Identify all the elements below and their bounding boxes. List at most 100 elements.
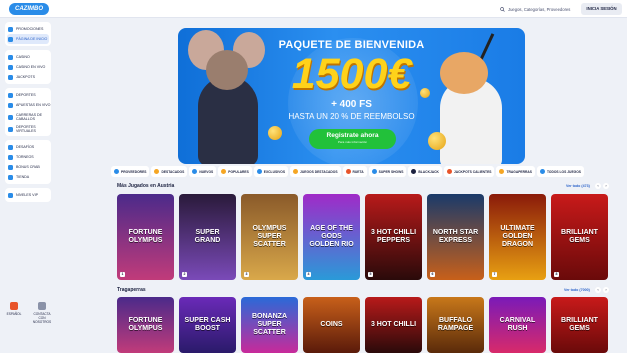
category-chip[interactable]: JACKPOTS CALIENTES — [443, 166, 495, 177]
category-chip[interactable]: RUETA — [342, 166, 367, 177]
category-icon — [345, 169, 351, 174]
game-rank-badge: 8 — [554, 272, 559, 277]
game-tile[interactable]: CARNIVAL RUSH — [489, 297, 546, 353]
category-chip[interactable]: DESTACADOS — [151, 166, 188, 177]
game-tile[interactable]: SUPER GRAND 2 — [179, 194, 236, 280]
sidebar-item[interactable]: PÁGINA DE INICIO — [7, 34, 49, 44]
section-title-slots: Tragaperras — [117, 287, 146, 293]
sidebar-item-label: CASINO EN VIVO — [16, 64, 46, 69]
game-tile[interactable]: COINS — [303, 297, 360, 353]
category-chip[interactable]: SUPER SHOWS — [368, 166, 407, 177]
game-title: AGE OF THE GODS GOLDEN RIO — [309, 225, 354, 248]
sidebar-bottom-button[interactable]: CONTACTA CON NOSOTROS — [31, 302, 53, 324]
sidebar-item[interactable]: DEPORTES — [5, 90, 51, 100]
game-title: FORTUNE OLYMPUS — [128, 229, 163, 244]
flag-icon — [10, 302, 18, 310]
game-tile[interactable]: OLYMPUS SUPER SCATTER 3 — [241, 194, 298, 280]
category-chip[interactable]: JUEGOS DESTACADOS — [290, 166, 341, 177]
game-tile[interactable]: BONANZA SUPER SCATTER — [241, 297, 298, 353]
sidebar-item[interactable]: DEPORTES VIRTUALES — [5, 124, 51, 134]
game-title: SUPER GRAND — [194, 229, 221, 244]
category-chip[interactable]: BLACKJACK — [408, 166, 442, 177]
game-tile[interactable]: ULTIMATE GOLDEN DRAGON 7 — [489, 194, 546, 280]
category-label: PROVEEDORES — [121, 169, 147, 174]
sidebar-item[interactable]: CASINO — [5, 52, 51, 62]
sidebar-item[interactable]: CASINO EN VIVO — [5, 62, 51, 72]
sidebar-item-label: DEPORTES — [16, 92, 36, 97]
category-label: JACKPOTS CALIENTES — [453, 169, 492, 174]
login-button[interactable]: INICIA SESIÓN — [581, 3, 622, 15]
sidebar-item-label: BONUS CRAB — [16, 164, 40, 169]
view-all-most-played[interactable]: Ver todo (473) — [566, 184, 590, 188]
category-label: RUETA — [352, 169, 364, 174]
register-button-label: Registrate ahora — [326, 132, 379, 139]
sidebar-group: DESAFÍOS TORNEOS BONUS CRAB TIENDA — [5, 140, 51, 184]
game-title: BRILLIANT GEMS — [561, 317, 598, 332]
vip-icon — [8, 192, 13, 198]
category-label: DESTACADOS — [161, 169, 185, 174]
most-played-row: FORTUNE OLYMPUS 1 SUPER GRAND 2 OLYMPUS SUPE… — [117, 194, 608, 280]
game-title: COINS — [320, 321, 343, 328]
prev-arrow-icon[interactable]: ‹ — [595, 183, 601, 189]
category-icon — [154, 169, 160, 174]
shop-icon — [8, 174, 13, 180]
game-tile[interactable]: BUFFALO RAMPAGE — [427, 297, 484, 353]
sidebar-item[interactable]: CARRERAS DE CABALLOS — [5, 110, 51, 124]
game-tile[interactable]: BRILLIANT GEMS — [551, 297, 608, 353]
category-chip[interactable]: TRAGAPERRAS — [496, 166, 535, 177]
game-tile[interactable]: 3 HOT CHILLI — [365, 297, 422, 353]
live-bet-icon — [8, 102, 13, 108]
next-arrow-icon[interactable]: › — [603, 183, 609, 189]
prev-arrow-icon[interactable]: ‹ — [595, 287, 601, 293]
top-bar: CAZIMBO Juegos, Categorías, Proveedores … — [0, 0, 627, 18]
game-title: BONANZA SUPER SCATTER — [252, 313, 287, 336]
coin-icon — [428, 132, 446, 150]
banner-amount: 1500€ — [291, 50, 412, 98]
register-button[interactable]: Registrate ahora Para más información — [309, 129, 396, 149]
game-tile[interactable]: AGE OF THE GODS GOLDEN RIO 4 — [303, 194, 360, 280]
game-tile[interactable]: FORTUNE OLYMPUS 1 — [117, 194, 174, 280]
horse-icon — [8, 114, 13, 120]
search-box[interactable]: Juegos, Categorías, Proveedores — [500, 5, 570, 14]
game-tile[interactable]: BRILLIANT GEMS 8 — [551, 194, 608, 280]
category-label: JUEGOS DESTACADOS — [300, 169, 338, 174]
site-logo[interactable]: CAZIMBO — [9, 3, 49, 15]
category-label: EXCLUSIVOS — [263, 169, 286, 174]
coin-icon — [268, 126, 282, 140]
game-tile[interactable]: FORTUNE OLYMPUS — [117, 297, 174, 353]
sidebar-item-label: DEPORTES VIRTUALES — [16, 124, 36, 133]
category-chip[interactable]: TODOS LOS JUEGOS — [536, 166, 584, 177]
sidebar-group: DEPORTES APUESTAS EN VIVO CARRERAS DE CABA… — [5, 88, 51, 136]
category-chip[interactable]: PROVEEDORES — [111, 166, 150, 177]
view-all-slots[interactable]: Ver todo (7000) — [564, 288, 590, 292]
category-chip[interactable]: POPULARES — [218, 166, 252, 177]
game-title: FORTUNE OLYMPUS — [128, 317, 163, 332]
sidebar-item[interactable]: NIVELES VIP — [5, 190, 51, 200]
category-icon — [293, 169, 299, 174]
sidebar-bottom-button[interactable]: ESPAÑOL — [3, 302, 25, 324]
sidebar-item-label: CASINO — [16, 54, 30, 59]
welcome-banner[interactable]: PAQUETE DE BIENVENIDA 1500€ + 400 FS HAS… — [178, 28, 525, 164]
register-button-sub: Para más información — [337, 140, 368, 144]
home-icon — [8, 36, 13, 42]
sidebar-item[interactable]: JACKPOTS — [5, 72, 51, 82]
sidebar-item[interactable]: TORNEOS — [5, 152, 51, 162]
sidebar-item[interactable]: APUESTAS EN VIVO — [5, 100, 51, 110]
game-tile[interactable]: 3 HOT CHILLI PEPPERS 5 — [365, 194, 422, 280]
category-chip[interactable]: EXCLUSIVOS — [253, 166, 289, 177]
game-title: OLYMPUS SUPER SCATTER — [252, 225, 287, 248]
sidebar-item[interactable]: BONUS CRAB — [5, 162, 51, 172]
sidebar-item[interactable]: PROMOCIONES — [5, 24, 51, 34]
category-icon — [114, 169, 119, 174]
next-arrow-icon[interactable]: › — [603, 287, 609, 293]
game-title: 3 HOT CHILLI — [370, 321, 417, 328]
slots-row: FORTUNE OLYMPUS SUPER CASH BOOST BONANZA S… — [117, 297, 608, 353]
category-label: SUPER SHOWS — [378, 169, 404, 174]
sidebar-item-label: TORNEOS — [16, 154, 34, 159]
game-tile[interactable]: SUPER CASH BOOST — [179, 297, 236, 353]
game-tile[interactable]: NORTH STAR EXPRESS 6 — [427, 194, 484, 280]
sidebar-item[interactable]: DESAFÍOS — [5, 142, 51, 152]
sidebar-item[interactable]: TIENDA — [5, 172, 51, 182]
sidebar-group: NIVELES VIP — [5, 188, 51, 202]
category-chip[interactable]: NUEVOS — [189, 166, 217, 177]
